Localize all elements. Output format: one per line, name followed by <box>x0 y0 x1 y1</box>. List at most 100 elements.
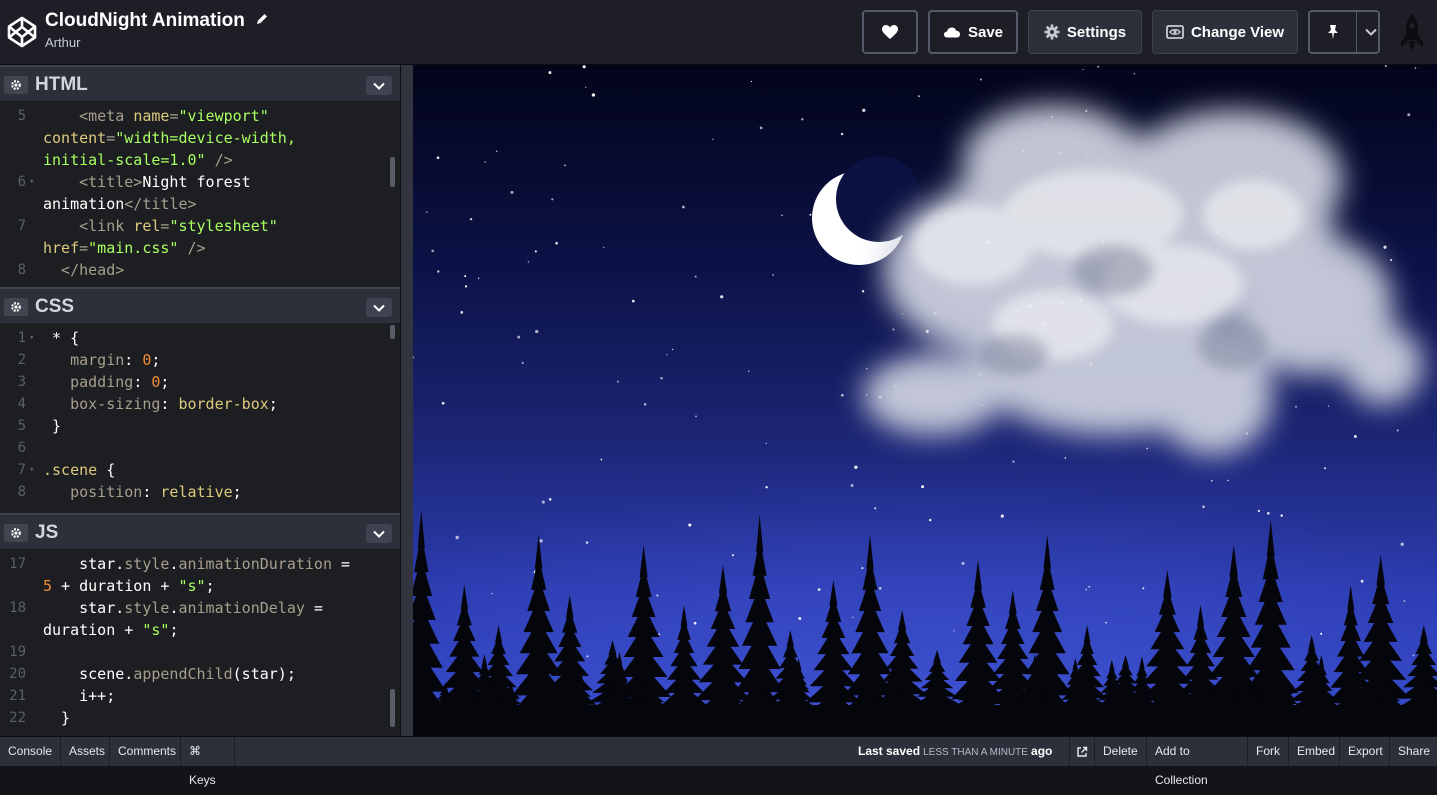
keys-button[interactable]: ⌘ Keys <box>181 737 235 766</box>
star <box>1211 480 1213 482</box>
star <box>1258 510 1260 512</box>
code-token: { <box>97 461 115 479</box>
star <box>682 206 685 209</box>
star <box>542 501 545 504</box>
code-text: i++; <box>43 685 115 707</box>
html-code-area[interactable]: 5 <meta name="viewport"content="width=de… <box>0 101 400 287</box>
star <box>496 151 498 153</box>
code-token: border-box <box>178 395 268 413</box>
result-preview[interactable] <box>413 65 1437 736</box>
star <box>1320 633 1322 635</box>
heart-button[interactable] <box>862 10 918 54</box>
code-line: 20 scene.appendChild(star); <box>0 663 400 685</box>
code-line: content="width=device-width, <box>0 127 400 149</box>
code-token: } <box>43 417 61 435</box>
star <box>694 622 697 625</box>
save-label: Save <box>968 24 1003 41</box>
star <box>617 381 619 383</box>
star <box>460 311 463 314</box>
code-token: : <box>124 351 142 369</box>
code-line: 5 + duration + "s"; <box>0 575 400 597</box>
code-token: <link <box>43 217 133 235</box>
pencil-icon[interactable] <box>255 12 269 26</box>
star <box>585 87 586 88</box>
star <box>765 486 767 488</box>
night-scene <box>413 65 1437 736</box>
code-text: box-sizing: border-box; <box>43 393 278 415</box>
pin-button[interactable] <box>1310 12 1357 52</box>
fold-arrow-icon[interactable]: ▾ <box>29 171 34 193</box>
code-token: margin <box>43 351 124 369</box>
code-token: ; <box>151 351 160 369</box>
pen-author[interactable]: Arthur <box>45 34 269 52</box>
save-button[interactable]: Save <box>928 10 1018 54</box>
js-settings-button[interactable] <box>4 524 28 542</box>
star <box>1390 259 1392 261</box>
editors-column: HTML 5 <meta name="viewport"content="wid… <box>0 65 400 736</box>
settings-label: Settings <box>1067 24 1126 41</box>
star <box>551 198 553 200</box>
code-token: <meta <box>43 107 133 125</box>
star <box>852 617 854 619</box>
assets-button[interactable]: Assets <box>61 737 110 766</box>
code-line: initial-scale=1.0" /> <box>0 149 400 171</box>
top-bar: CloudNight Animation Arthur Save <box>0 0 1437 65</box>
rocket-icon[interactable] <box>1398 12 1426 52</box>
add-to-collection-button[interactable]: Add to Collection <box>1146 737 1247 766</box>
codepen-logo-icon[interactable] <box>6 15 38 49</box>
code-text: star.style.animationDuration = <box>43 553 350 575</box>
comments-button[interactable]: Comments <box>110 737 181 766</box>
star <box>801 118 803 120</box>
star <box>632 300 635 303</box>
html-collapse-button[interactable] <box>366 76 392 95</box>
code-token: duration + <box>43 621 142 639</box>
star <box>465 285 467 287</box>
heart-icon <box>881 24 899 40</box>
fold-arrow-icon[interactable]: ▾ <box>29 327 34 349</box>
change-view-button[interactable]: Change View <box>1152 10 1298 54</box>
share-button[interactable]: Share <box>1389 737 1437 766</box>
css-editor-title: CSS <box>35 296 74 318</box>
export-button[interactable]: Export <box>1339 737 1389 766</box>
css-settings-button[interactable] <box>4 298 28 316</box>
fold-arrow-icon[interactable]: ▾ <box>29 459 34 481</box>
last-saved-status: Last saved LESS THAN A MINUTE ago <box>858 737 1052 767</box>
console-button[interactable]: Console <box>0 737 61 766</box>
star <box>929 519 931 521</box>
code-token: "main.css" <box>88 239 178 257</box>
css-code-area[interactable]: 1▾ * {2 margin: 0;3 padding: 0;4 box-siz… <box>0 323 400 513</box>
js-collapse-button[interactable] <box>366 524 392 543</box>
star <box>879 587 882 590</box>
code-line: animation</title> <box>0 193 400 215</box>
settings-button[interactable]: Settings <box>1028 10 1142 54</box>
js-code-area[interactable]: 17 star.style.animationDuration =5 + dur… <box>0 549 400 736</box>
css-collapse-button[interactable] <box>366 298 392 317</box>
pen-title[interactable]: CloudNight Animation <box>45 9 245 33</box>
star <box>1012 460 1014 462</box>
pin-button-group <box>1308 10 1380 54</box>
code-line: href="main.css" /> <box>0 237 400 259</box>
code-text: <link rel="stylesheet" <box>43 215 278 237</box>
line-number: 19 <box>0 641 26 663</box>
star <box>918 95 920 97</box>
open-external-button[interactable] <box>1069 737 1094 766</box>
code-line: 7▾.scene { <box>0 459 400 481</box>
code-token: : <box>160 395 178 413</box>
pin-dropdown-button[interactable] <box>1364 28 1378 36</box>
star <box>672 349 673 350</box>
code-text: } <box>43 415 61 437</box>
star <box>540 539 543 542</box>
html-settings-button[interactable] <box>4 76 28 94</box>
code-line: 8 </head> <box>0 259 400 281</box>
star <box>1001 515 1004 518</box>
external-link-icon <box>1076 746 1088 758</box>
delete-button[interactable]: Delete <box>1094 737 1146 766</box>
embed-button[interactable]: Embed <box>1288 737 1339 766</box>
star <box>688 523 691 526</box>
last-saved-suffix: ago <box>1031 744 1052 758</box>
fork-button[interactable]: Fork <box>1247 737 1288 766</box>
editor-resize-handle[interactable] <box>400 65 413 736</box>
star <box>437 156 440 159</box>
code-token: .scene <box>43 461 97 479</box>
star <box>1142 587 1144 589</box>
